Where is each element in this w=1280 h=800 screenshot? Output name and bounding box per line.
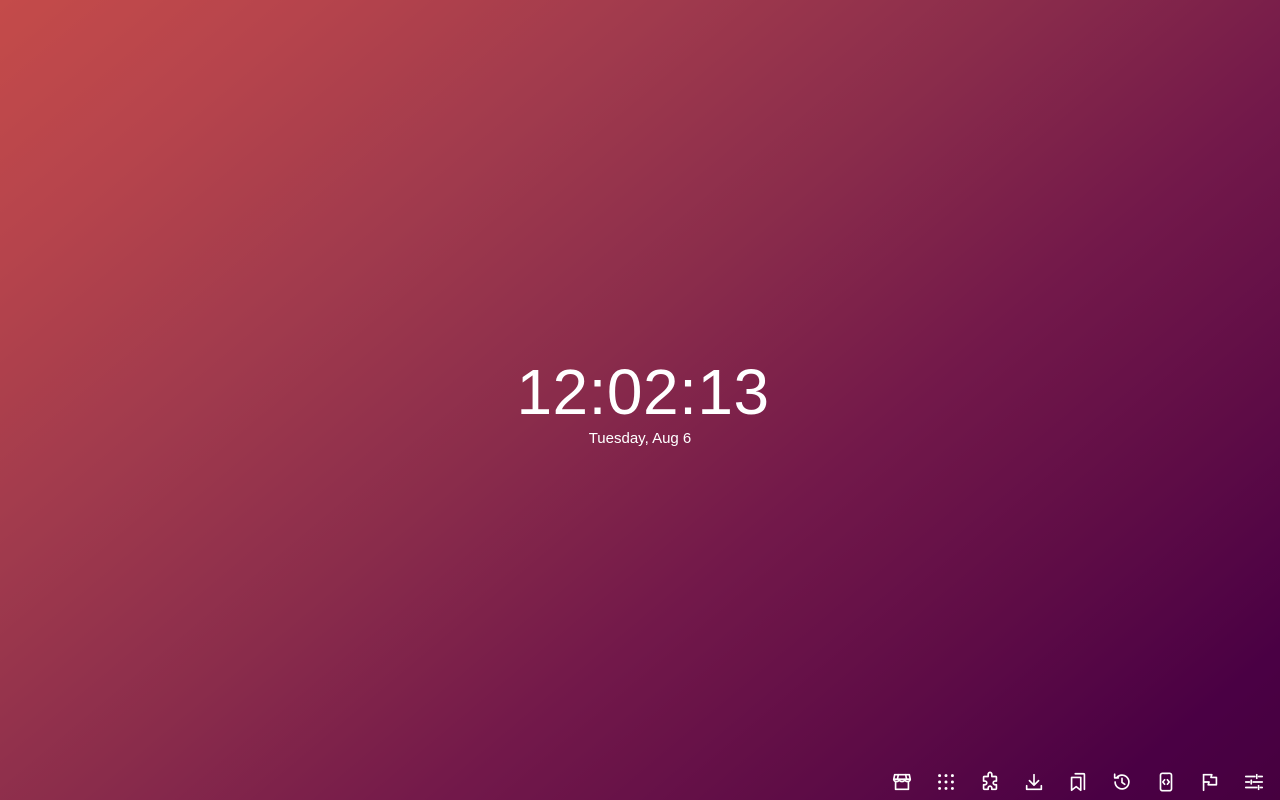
clock-date: Tuesday, Aug 6: [588, 430, 692, 447]
history-icon: [1113, 773, 1130, 790]
flag-button[interactable]: [1188, 764, 1232, 800]
apps-button[interactable]: [924, 764, 968, 800]
device-code-icon: [1159, 772, 1173, 792]
clock-widget: 12:02:13 Tuesday, Aug 6: [0, 356, 1280, 449]
history-button[interactable]: [1100, 764, 1144, 800]
settings-button[interactable]: [1232, 764, 1276, 800]
bookmarks-icon: [1070, 772, 1086, 792]
download-icon: [1025, 773, 1043, 791]
sliders-icon: [1244, 773, 1264, 791]
bookmarks-button[interactable]: [1056, 764, 1100, 800]
flag-icon: [1202, 773, 1218, 792]
puzzle-icon: [982, 771, 998, 791]
device-code-button[interactable]: [1144, 764, 1188, 800]
extensions-button[interactable]: [968, 764, 1012, 800]
store-button[interactable]: [880, 764, 924, 800]
apps-grid-icon: [938, 774, 954, 790]
bottom-toolbar: [880, 764, 1280, 800]
downloads-button[interactable]: [1012, 764, 1056, 800]
store-icon: [892, 773, 912, 791]
clock-time: 12:02:13: [516, 356, 770, 428]
